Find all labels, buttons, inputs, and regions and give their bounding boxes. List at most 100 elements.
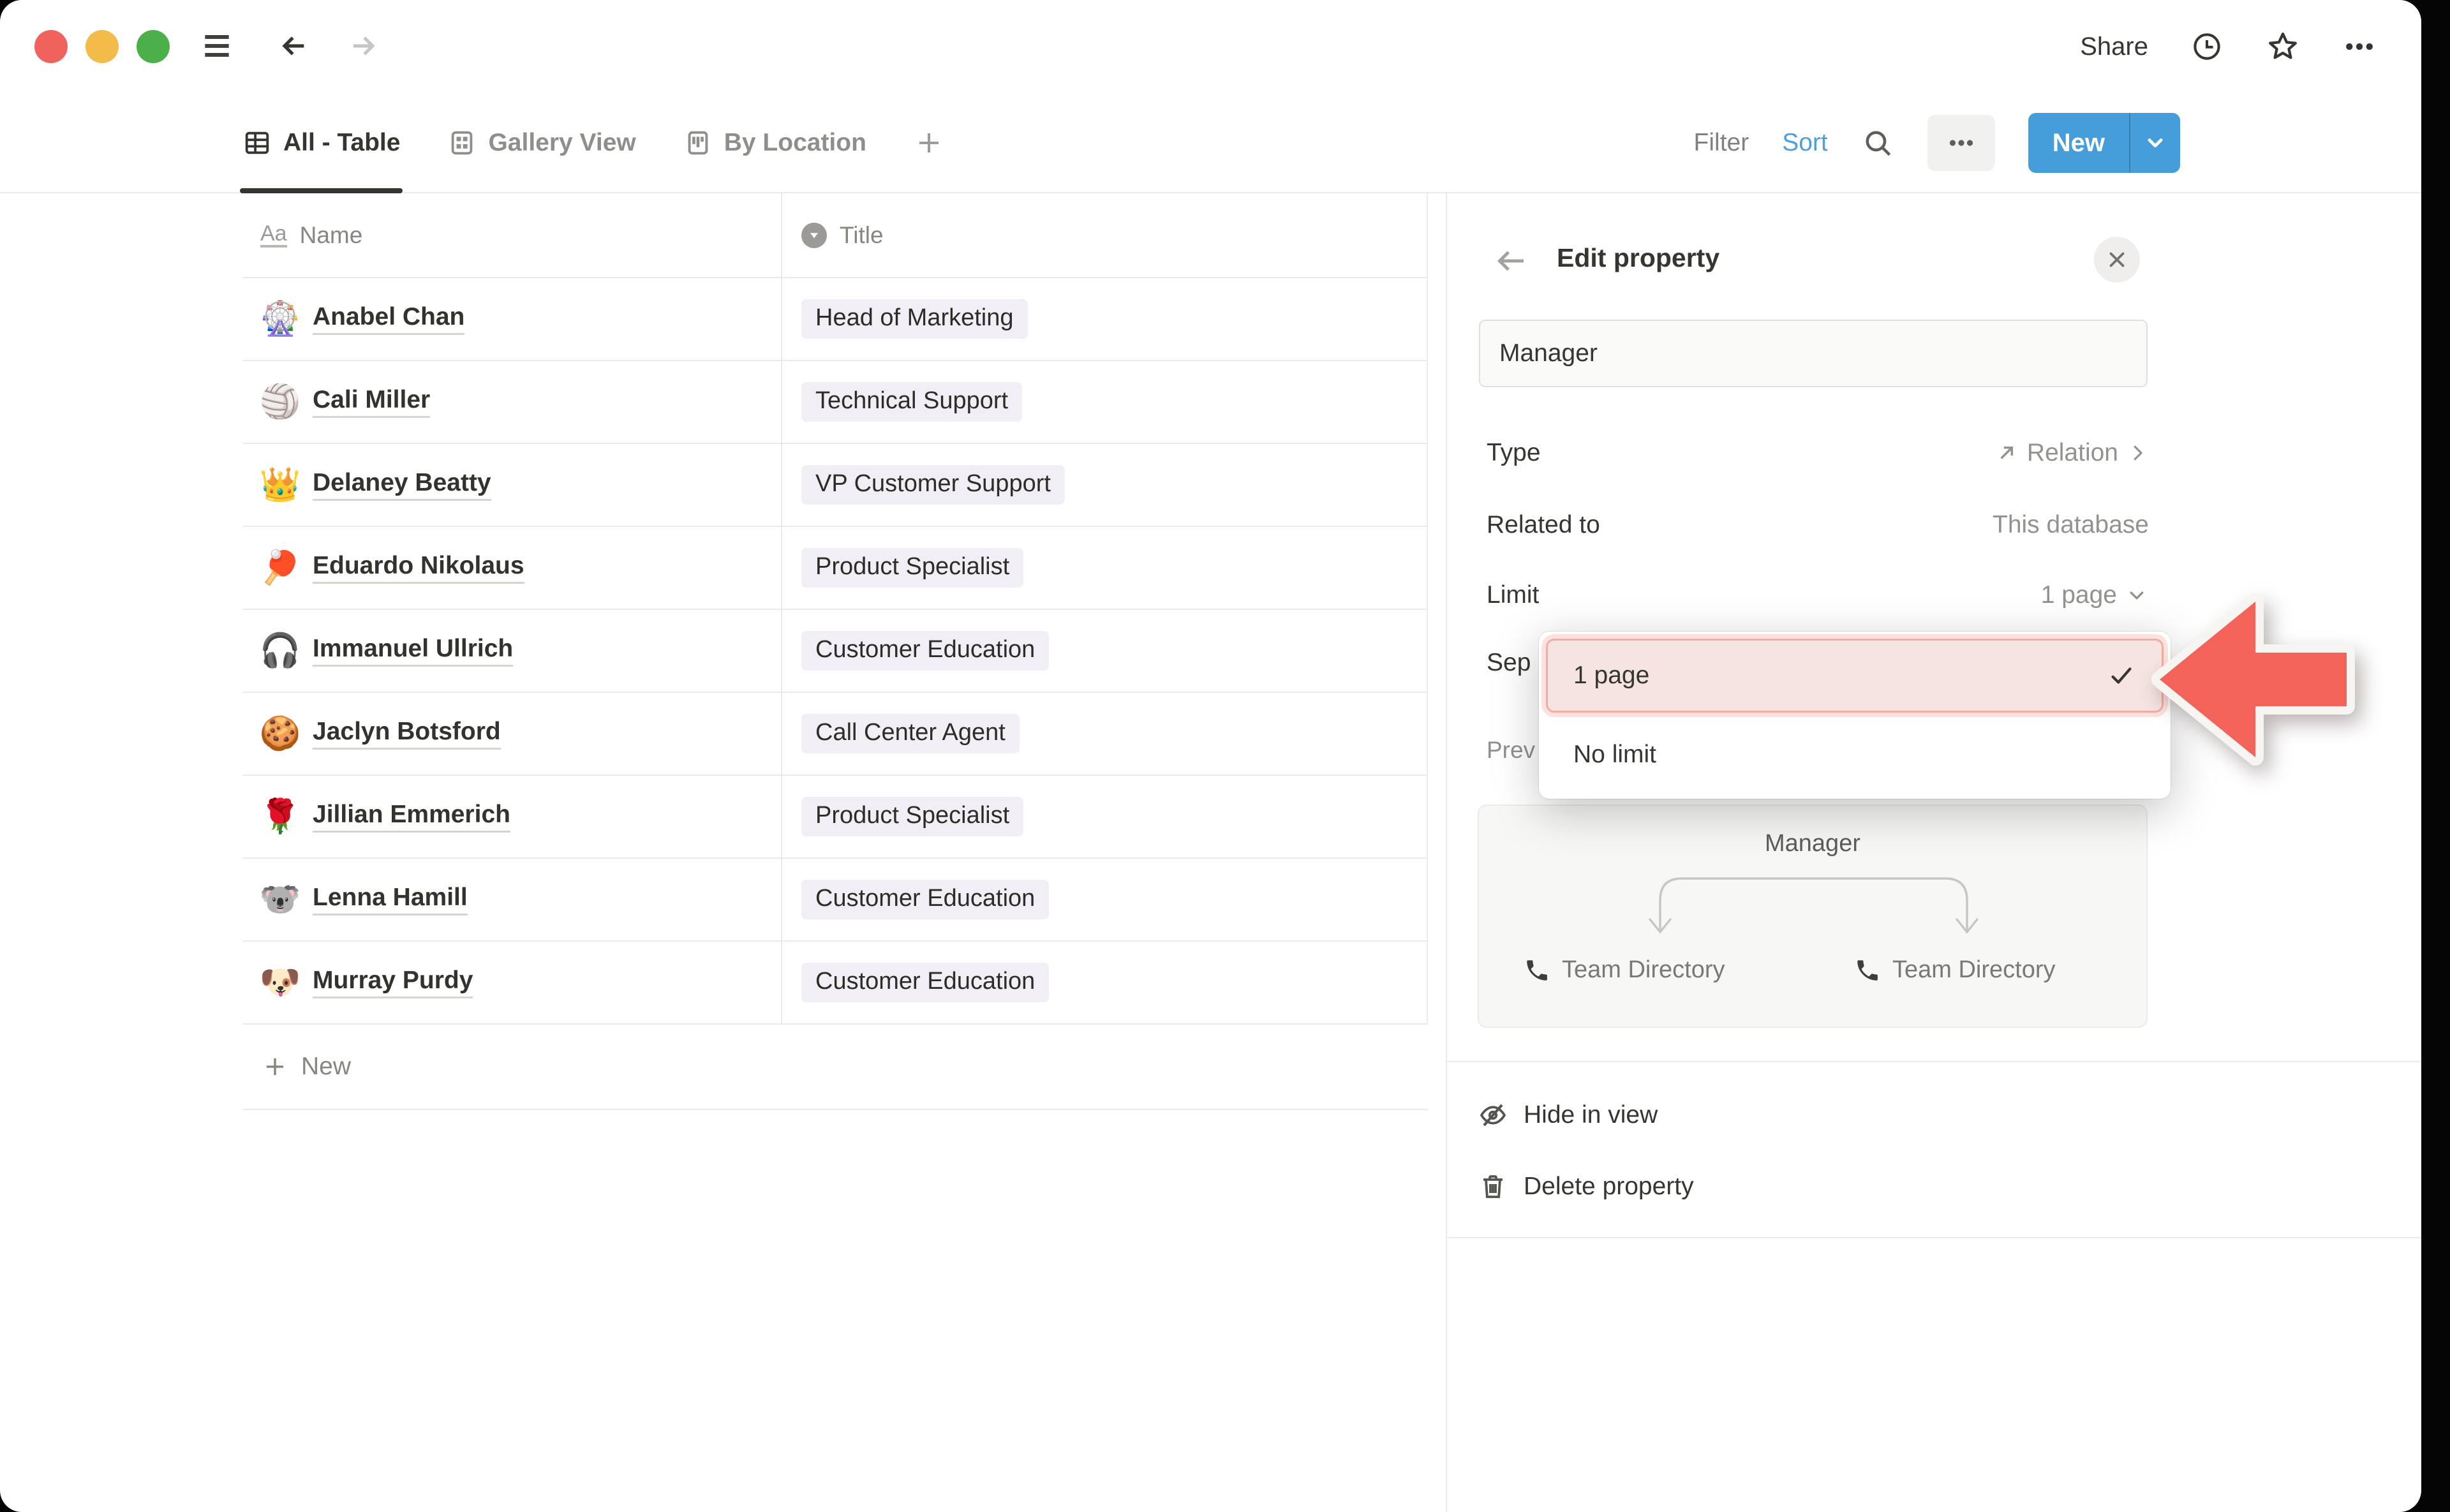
action-label: Delete property: [1524, 1173, 1694, 1201]
title-cell[interactable]: Head of Marketing: [781, 278, 1428, 360]
favorite-button[interactable]: [2266, 29, 2300, 64]
column-header-name[interactable]: Aa Name: [242, 193, 781, 277]
name-cell[interactable]: 👑 Delaney Beatty: [242, 444, 781, 526]
name-cell[interactable]: 🐨Lenna Hamill: [242, 859, 781, 940]
relation-preview-card: Manager Team Directory Team Directory: [1478, 804, 2148, 1028]
tab-gallery-view[interactable]: Gallery View: [447, 94, 635, 192]
title-cell[interactable]: Customer Education: [781, 610, 1428, 692]
panel-section-divider: [1446, 1237, 2421, 1238]
add-view-button[interactable]: [914, 94, 944, 192]
title-cell[interactable]: Product Specialist: [781, 776, 1428, 857]
table-row[interactable]: 👑 Delaney Beatty VP Customer Support: [242, 444, 1428, 527]
minimize-window-button[interactable]: [85, 30, 119, 63]
table-header-row: Aa Name Title: [242, 193, 1428, 278]
filter-button[interactable]: Filter: [1694, 129, 1749, 157]
property-value-text: Relation: [2027, 439, 2118, 467]
page-name-link[interactable]: Murray Purdy: [313, 967, 473, 998]
updates-button[interactable]: [2190, 30, 2224, 63]
name-cell[interactable]: 🏓Eduardo Nikolaus: [242, 527, 781, 609]
panel-back-button[interactable]: [1492, 242, 1530, 280]
dropdown-option-1-page[interactable]: 1 page: [1548, 641, 2162, 711]
table-row[interactable]: 🏓Eduardo Nikolaus Product Specialist: [242, 527, 1428, 610]
text-property-icon: Aa: [260, 223, 287, 248]
clipped-separate-label: Sep: [1487, 649, 1531, 677]
ellipsis-icon: [1945, 127, 1977, 159]
name-cell[interactable]: 🎧Immanuel Ullrich: [242, 610, 781, 692]
page-name-link[interactable]: Eduardo Nikolaus: [313, 552, 524, 584]
new-button-label[interactable]: New: [2028, 113, 2129, 173]
close-window-button[interactable]: [34, 30, 68, 63]
table-row[interactable]: 🌹Jillian Emmerich Product Specialist: [242, 776, 1428, 859]
table-row[interactable]: 🍪Jaclyn Botsford Call Center Agent: [242, 693, 1428, 776]
title-cell[interactable]: Customer Education: [781, 942, 1428, 1023]
property-related-row[interactable]: Related to This database: [1487, 492, 2149, 558]
select-property-icon: [801, 223, 827, 248]
zoom-window-button[interactable]: [137, 30, 170, 63]
titlebar-actions: Share: [2080, 26, 2377, 68]
page-name-link[interactable]: Delaney Beatty: [313, 469, 491, 501]
property-label: Related to: [1487, 511, 1600, 539]
dropdown-option-no-limit[interactable]: No limit: [1548, 720, 2162, 790]
page-emoji: 🏐: [260, 385, 300, 419]
page-name-link[interactable]: Anabel Chan: [313, 303, 464, 335]
title-cell[interactable]: Product Specialist: [781, 527, 1428, 609]
title-cell[interactable]: Call Center Agent: [781, 693, 1428, 775]
tab-label: Gallery View: [488, 129, 635, 157]
screenshot-stage: Share All - Table Gallery View: [0, 0, 2450, 1512]
table-row[interactable]: 🐨Lenna Hamill Customer Education: [242, 859, 1428, 942]
column-header-title[interactable]: Title: [781, 193, 1428, 277]
sidebar-menu-button[interactable]: [199, 28, 235, 64]
more-options-button[interactable]: [2342, 29, 2377, 64]
table-row[interactable]: 🐶Murray Purdy Customer Education: [242, 942, 1428, 1025]
tab-by-location[interactable]: By Location: [683, 94, 866, 192]
property-type-row[interactable]: Type Relation: [1487, 420, 2149, 486]
arrow-up-right-icon: [1994, 440, 2019, 466]
panel-close-button[interactable]: [2094, 237, 2140, 283]
plus-icon: [914, 128, 944, 158]
name-cell[interactable]: 🏐 Cali Miller: [242, 361, 781, 443]
annotation-arrow: [2131, 589, 2373, 774]
title-cell[interactable]: Customer Education: [781, 859, 1428, 940]
name-cell[interactable]: 🌹Jillian Emmerich: [242, 776, 781, 857]
table-row[interactable]: 🎧Immanuel Ullrich Customer Education: [242, 610, 1428, 693]
title-tag: Technical Support: [801, 382, 1022, 422]
nav-back-button[interactable]: [276, 28, 311, 64]
eye-off-icon: [1478, 1100, 1508, 1130]
table-row[interactable]: 🏐 Cali Miller Technical Support: [242, 361, 1428, 444]
name-cell[interactable]: 🍪Jaclyn Botsford: [242, 693, 781, 775]
title-cell[interactable]: VP Customer Support: [781, 444, 1428, 526]
new-row-button[interactable]: New: [242, 1025, 1428, 1110]
delete-property-button[interactable]: Delete property: [1478, 1152, 2243, 1222]
preview-child-label: Team Directory: [1892, 956, 2056, 984]
page-name-link[interactable]: Jillian Emmerich: [313, 801, 510, 833]
titlebar: Share: [0, 0, 2421, 94]
view-options-button[interactable]: [1927, 115, 1995, 171]
new-button-dropdown[interactable]: [2130, 113, 2180, 173]
trash-icon: [1478, 1171, 1508, 1202]
name-cell[interactable]: 🎡Anabel Chan: [242, 278, 781, 360]
title-tag: Product Specialist: [801, 797, 1023, 836]
new-record-button[interactable]: New: [2028, 113, 2180, 173]
title-cell[interactable]: Technical Support: [781, 361, 1428, 443]
tab-all-table[interactable]: All - Table: [242, 94, 400, 192]
property-value: Relation: [1994, 439, 2149, 467]
page-name-link[interactable]: Immanuel Ullrich: [313, 635, 513, 667]
table-row[interactable]: 🎡Anabel Chan Head of Marketing: [242, 278, 1428, 361]
page-name-link[interactable]: Cali Miller: [313, 386, 430, 418]
page-emoji: 👑: [260, 468, 300, 501]
share-button[interactable]: Share: [2080, 33, 2148, 61]
clipped-preview-label: Prev: [1487, 737, 1535, 764]
property-name-input[interactable]: [1479, 320, 2148, 387]
search-button[interactable]: [1861, 126, 1894, 159]
property-value-text: 1 page: [2041, 581, 2117, 609]
page-name-link[interactable]: Jaclyn Botsford: [313, 718, 501, 750]
hide-in-view-button[interactable]: Hide in view: [1478, 1080, 2243, 1150]
page-name-link[interactable]: Lenna Hamill: [313, 884, 468, 915]
property-label: Type: [1487, 439, 1541, 467]
name-cell[interactable]: 🐶Murray Purdy: [242, 942, 781, 1023]
sort-button[interactable]: Sort: [1782, 129, 1828, 157]
branch-connector: [1479, 806, 2149, 1029]
board-view-icon: [683, 128, 713, 158]
property-limit-row[interactable]: Limit 1 page: [1487, 562, 2149, 628]
nav-forward-button[interactable]: [346, 28, 382, 64]
